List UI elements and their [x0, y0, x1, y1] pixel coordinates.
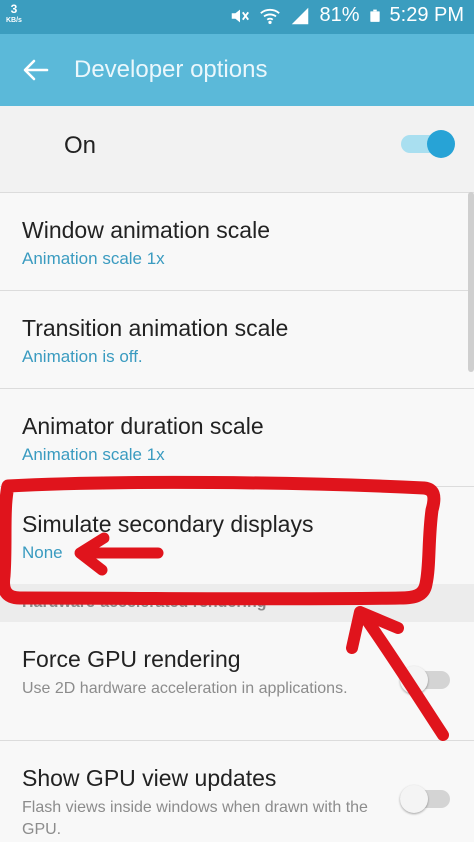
- master-switch-label: On: [64, 132, 97, 159]
- toggle-thumb: [400, 666, 428, 694]
- setting-description: Use 2D hardware acceleration in applicat…: [22, 680, 348, 697]
- setting-window-animation-scale[interactable]: Window animation scale Animation scale 1…: [0, 192, 474, 290]
- setting-animator-duration-scale[interactable]: Animator duration scale Animation scale …: [0, 388, 474, 486]
- setting-title: Transition animation scale: [22, 315, 289, 341]
- network-speed: 3 KB/s: [6, 2, 22, 26]
- master-switch-row[interactable]: On: [0, 106, 474, 182]
- arrow-left-icon: [23, 59, 49, 81]
- network-speed-value: 3: [10, 2, 18, 16]
- setting-show-gpu-view-updates[interactable]: Show GPU view updates Flash views inside…: [0, 740, 474, 842]
- setting-value: None: [22, 543, 63, 562]
- setting-value: Animation is off.: [22, 347, 143, 366]
- setting-value: Animation scale 1x: [22, 445, 165, 464]
- section-header-label: Hardware-accelerated rendering: [22, 594, 267, 611]
- mute-icon: [232, 9, 250, 22]
- master-switch-toggle[interactable]: [401, 130, 455, 158]
- network-speed-unit: KB/s: [6, 17, 22, 24]
- toggle-thumb: [400, 785, 428, 813]
- setting-title: Simulate secondary displays: [22, 511, 314, 537]
- app-bar: Developer options: [0, 34, 474, 106]
- setting-value: Animation scale 1x: [22, 249, 165, 268]
- wifi-icon: [260, 8, 281, 24]
- section-header: Hardware-accelerated rendering: [0, 584, 474, 622]
- setting-title: Animator duration scale: [22, 413, 264, 439]
- setting-simulate-secondary-displays[interactable]: Simulate secondary displays None: [0, 486, 474, 584]
- setting-title: Window animation scale: [22, 217, 271, 243]
- scrollbar[interactable]: [468, 192, 474, 372]
- setting-title: Force GPU rendering: [22, 646, 241, 672]
- signal-icon: [292, 7, 309, 24]
- back-button[interactable]: [16, 52, 56, 88]
- page-title: Developer options: [74, 56, 268, 83]
- status-time: 5:29 PM: [389, 4, 464, 26]
- setting-description: Flash views inside windows when drawn wi…: [22, 799, 368, 838]
- setting-title: Show GPU view updates: [22, 765, 277, 791]
- setting-transition-animation-scale[interactable]: Transition animation scale Animation is …: [0, 290, 474, 388]
- toggle-thumb: [427, 130, 455, 158]
- battery-icon: [369, 9, 380, 22]
- battery-percent: 81%: [319, 4, 360, 26]
- hardware-settings-list: Force GPU rendering Use 2D hardware acce…: [0, 622, 474, 842]
- setting-force-gpu-rendering[interactable]: Force GPU rendering Use 2D hardware acce…: [0, 622, 474, 740]
- status-bar: 3 KB/s 81% 5:29 PM: [0, 0, 474, 34]
- force-gpu-toggle[interactable]: [400, 666, 454, 694]
- gpu-view-updates-toggle[interactable]: [400, 785, 454, 813]
- status-icons: 81% 5:29 PM: [229, 4, 464, 27]
